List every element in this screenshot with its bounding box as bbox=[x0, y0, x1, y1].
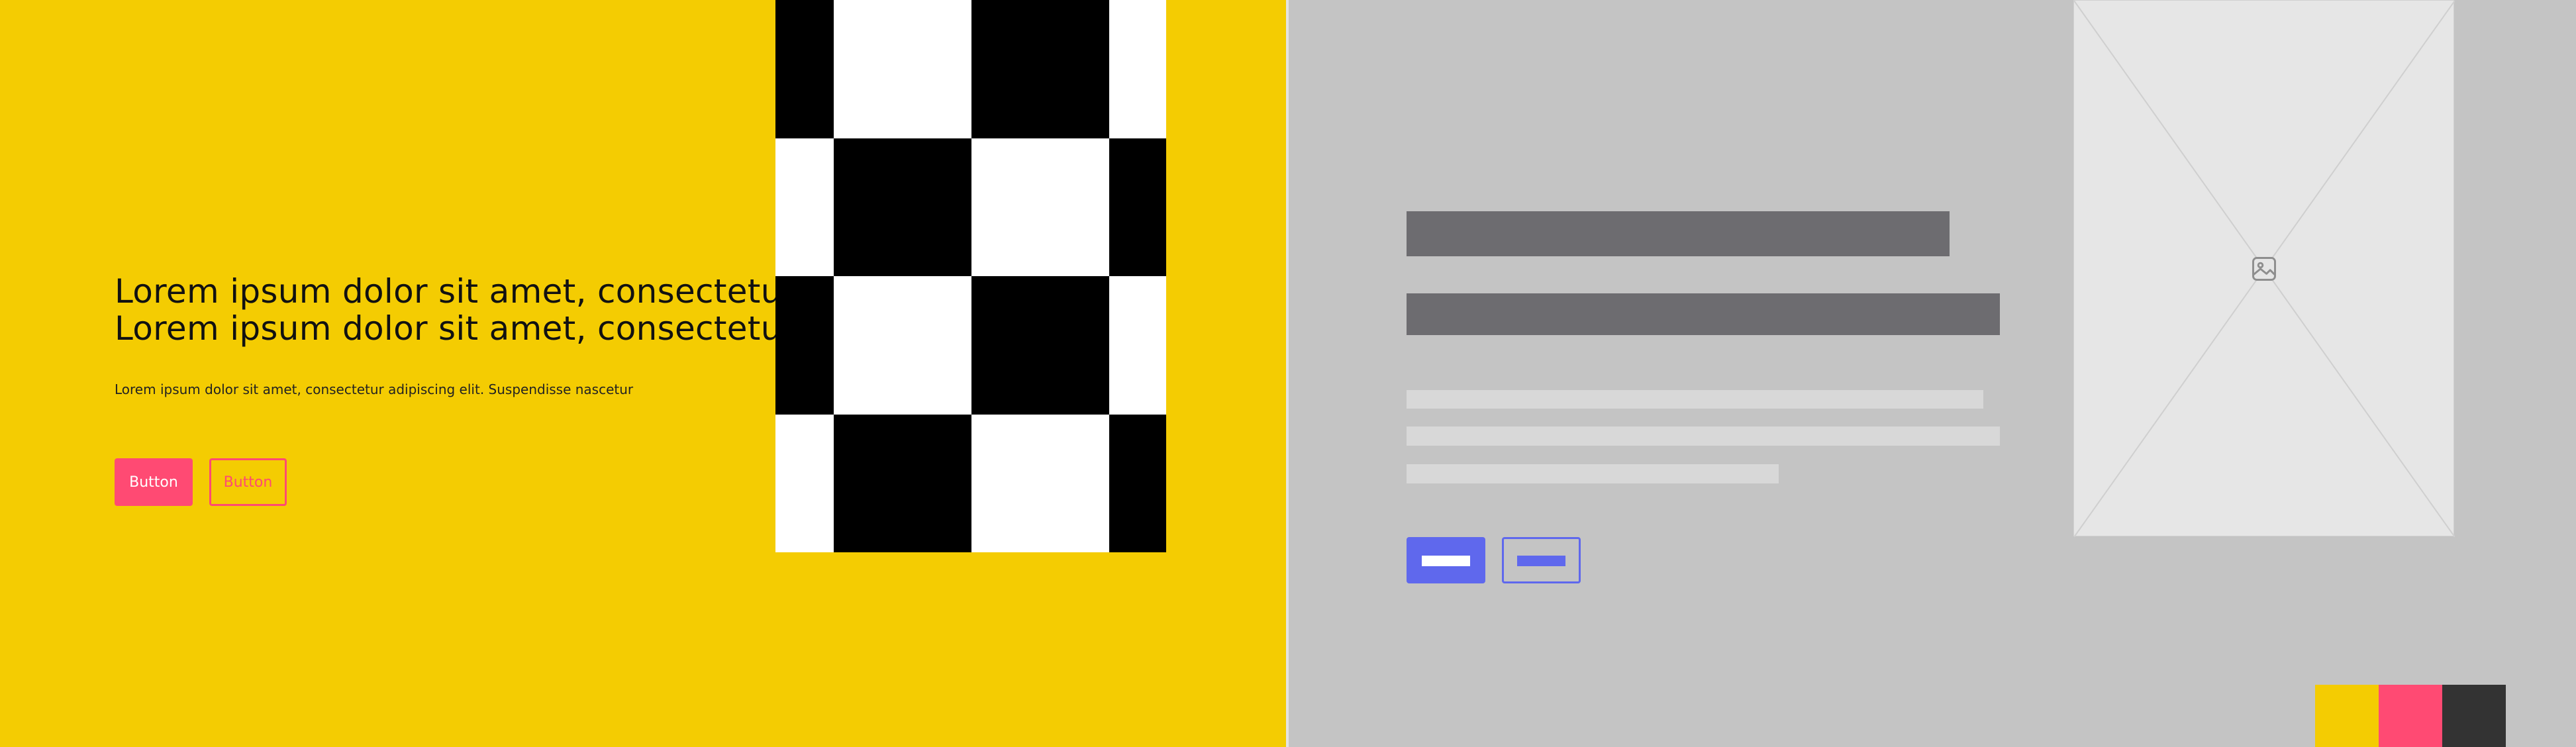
wireframe-text-line-1 bbox=[1407, 390, 1983, 409]
hero-subtext: Lorem ipsum dolor sit amet, consectetur … bbox=[115, 381, 634, 397]
hero-headline-line-2: Lorem ipsum dolor sit amet, consectetur bbox=[115, 309, 796, 348]
image-placeholder bbox=[2073, 0, 2455, 537]
wireframe-heading-bar-1 bbox=[1407, 211, 1950, 256]
color-swatch-yellow bbox=[2315, 685, 2379, 747]
secondary-button[interactable]: Button bbox=[209, 458, 287, 506]
wireframe-heading-bar-2 bbox=[1407, 293, 2000, 335]
color-swatch-pink bbox=[2379, 685, 2442, 747]
image-icon bbox=[2252, 257, 2276, 281]
hero-headline: Lorem ipsum dolor sit amet, consectetur … bbox=[115, 272, 796, 348]
wireframe-text-line-3 bbox=[1407, 464, 1779, 483]
wireframe-secondary-button[interactable] bbox=[1502, 537, 1581, 583]
primary-button[interactable]: Button bbox=[115, 458, 193, 506]
hero-headline-line-1: Lorem ipsum dolor sit amet, consectetur bbox=[115, 272, 796, 311]
wireframe-primary-button[interactable] bbox=[1407, 537, 1485, 583]
wireframe-text-line-2 bbox=[1407, 426, 2000, 446]
checkerboard-image bbox=[775, 0, 1166, 552]
color-swatch-dark bbox=[2442, 685, 2506, 747]
